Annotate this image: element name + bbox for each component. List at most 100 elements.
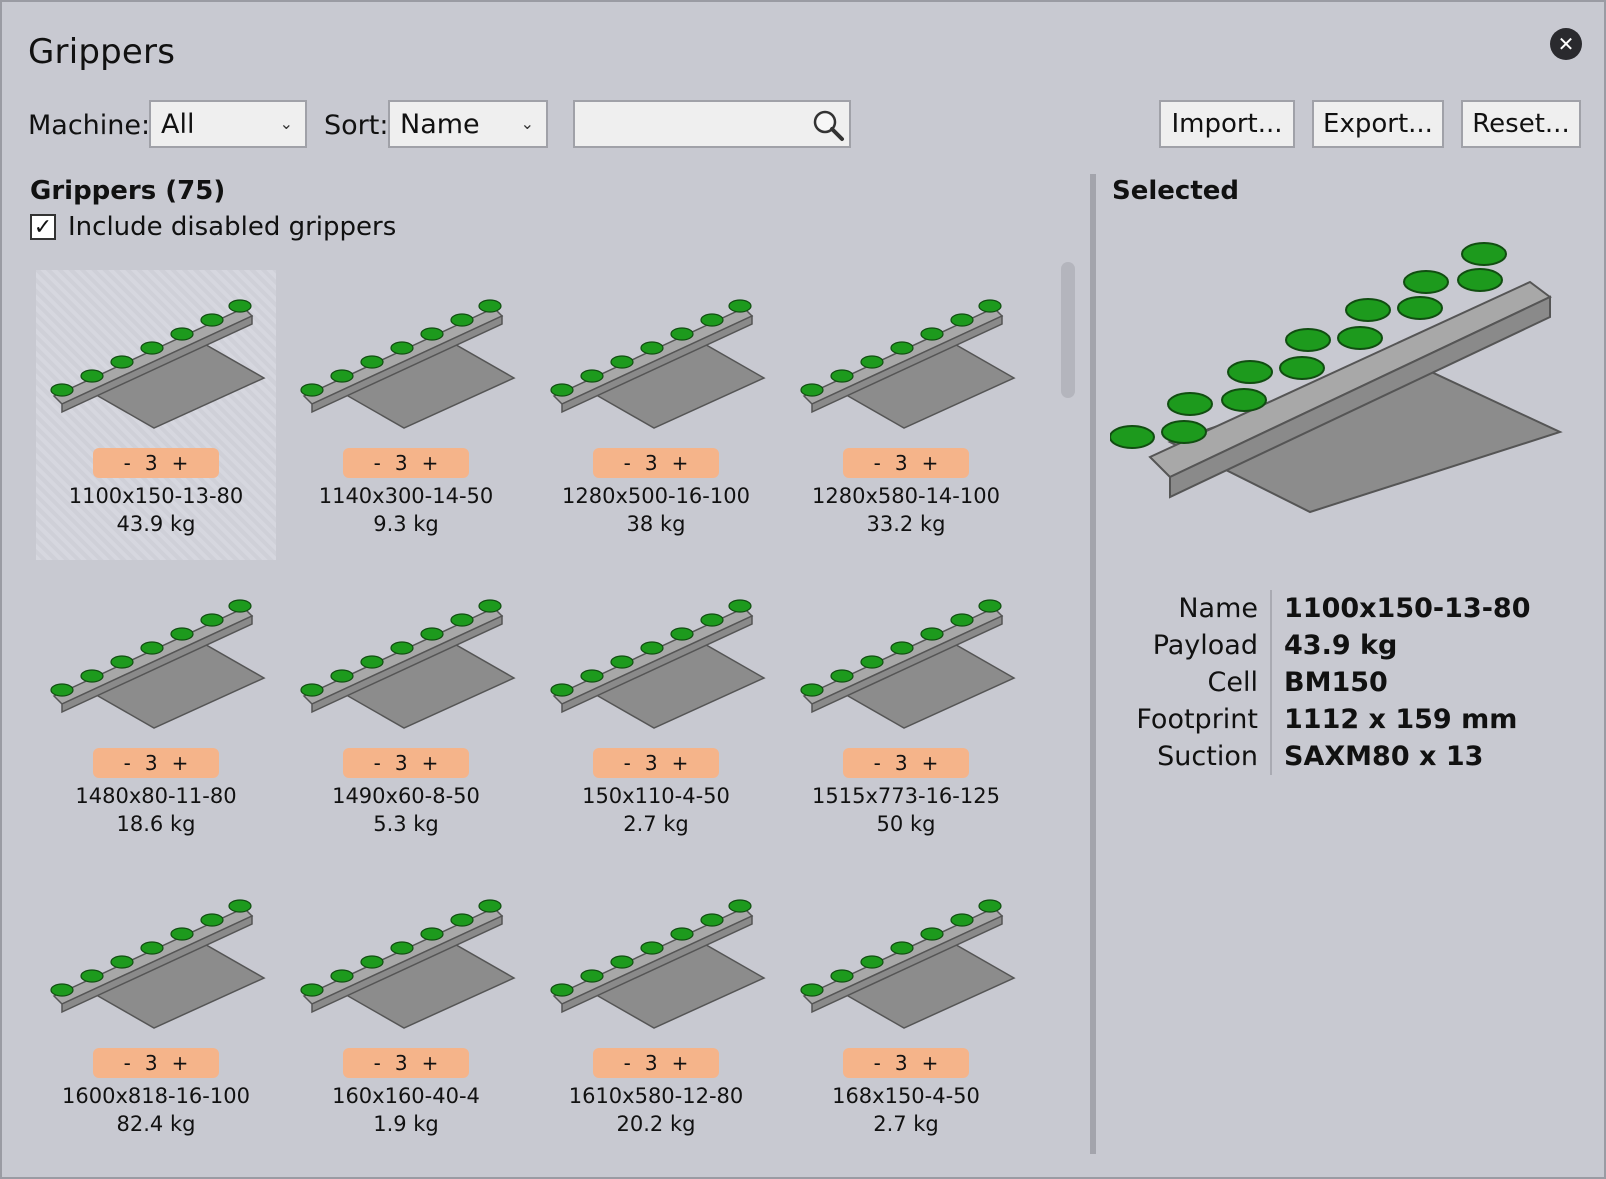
sort-label: Sort: <box>324 110 389 141</box>
grippers-dialog: Grippers ✕ Machine: All ⌄ Sort: Name ⌄ I… <box>0 0 1606 1179</box>
gripper-card[interactable]: -3 + 1490x60-8-50 5.3 kg <box>286 570 526 860</box>
gripper-name: 1600x818-16-100 <box>62 1084 250 1108</box>
quantity-stepper[interactable]: -3 + <box>93 448 219 478</box>
quantity-decrement-button[interactable]: - <box>124 751 131 775</box>
quantity-decrement-button[interactable]: - <box>374 751 381 775</box>
quantity-value: 3 <box>644 1051 658 1075</box>
gripper-card[interactable]: -3 +150x110-4-50 2.7 kg <box>536 570 776 860</box>
quantity-stepper[interactable]: -3 + <box>343 448 469 478</box>
quantity-value: 3 <box>644 451 658 475</box>
gripper-card[interactable]: -3 +160x160-40-4 1.9 kg <box>286 870 526 1160</box>
gripper-card[interactable]: -3 +1515x773-16-125 50 kg <box>786 570 1026 860</box>
gripper-name: 1480x80-11-80 <box>75 784 237 808</box>
quantity-increment-button[interactable]: + <box>172 451 189 475</box>
chevron-down-icon: ⌄ <box>279 114 293 133</box>
gripper-card[interactable]: -3 +1140x300-14-50 9.3 kg <box>286 270 526 560</box>
detail-key: Name <box>1178 593 1258 624</box>
quantity-stepper[interactable]: -3 + <box>593 748 719 778</box>
selected-details: Name 1100x150-13-80 Payload 43.9 kg Cell BM15… <box>1110 590 1590 775</box>
machine-label: Machine: <box>28 110 151 141</box>
quantity-value: 3 <box>394 1051 408 1075</box>
quantity-decrement-button[interactable]: - <box>874 751 881 775</box>
quantity-increment-button[interactable]: + <box>672 751 689 775</box>
detail-value: 1100x150-13-80 <box>1284 593 1531 624</box>
quantity-increment-button[interactable]: + <box>922 751 939 775</box>
scrollbar-thumb[interactable] <box>1061 262 1075 398</box>
gripper-thumbnail <box>800 299 1016 429</box>
gripper-grid: -3 +1100x150-13-80 43.9 kg -3 +1140x300-14-5… <box>36 270 1060 1165</box>
panel-divider[interactable] <box>1090 174 1096 1154</box>
gripper-name: 1140x300-14-50 <box>318 484 494 508</box>
gripper-card[interactable]: -3 +1600x818-16-100 82.4 kg <box>36 870 276 1160</box>
gripper-name: 168x150-4-50 <box>832 1084 980 1108</box>
gripper-thumbnail <box>50 899 266 1029</box>
quantity-stepper[interactable]: -3 + <box>93 1048 219 1078</box>
gripper-card[interactable]: -3 +1100x150-13-80 43.9 kg <box>36 270 276 560</box>
detail-key: Payload <box>1152 630 1258 661</box>
machine-select[interactable]: All ⌄ <box>149 100 307 148</box>
gripper-name: 1515x773-16-125 <box>812 784 1000 808</box>
quantity-decrement-button[interactable]: - <box>624 1051 631 1075</box>
quantity-stepper[interactable]: -3 + <box>93 748 219 778</box>
quantity-stepper[interactable]: -3 + <box>843 1048 969 1078</box>
gripper-name: 1610x580-12-80 <box>568 1084 744 1108</box>
quantity-increment-button[interactable]: + <box>422 451 439 475</box>
quantity-decrement-button[interactable]: - <box>124 451 131 475</box>
quantity-stepper[interactable]: -3 + <box>343 1048 469 1078</box>
gripper-mass: 18.6 kg <box>116 812 196 836</box>
include-disabled-checkbox[interactable]: ✓ <box>30 214 56 240</box>
quantity-value: 3 <box>894 451 908 475</box>
quantity-stepper[interactable]: -3 + <box>593 1048 719 1078</box>
gripper-card[interactable]: -3 + 168x150-4-50 2.7 kg <box>786 870 1026 1160</box>
quantity-decrement-button[interactable]: - <box>874 451 881 475</box>
quantity-decrement-button[interactable]: - <box>124 1051 131 1075</box>
quantity-value: 3 <box>144 1051 158 1075</box>
gripper-card[interactable]: -3 +1610x580-12-80 20.2 kg <box>536 870 776 1160</box>
quantity-increment-button[interactable]: + <box>172 751 189 775</box>
sort-select[interactable]: Name ⌄ <box>388 100 548 148</box>
gripper-name: 150x110-4-50 <box>582 784 730 808</box>
quantity-increment-button[interactable]: + <box>422 1051 439 1075</box>
gripper-mass: 5.3 kg <box>373 812 439 836</box>
quantity-decrement-button[interactable]: - <box>624 751 631 775</box>
gripper-thumbnail <box>800 899 1016 1029</box>
gripper-card[interactable]: -3 +1280x500-16-100 38 kg <box>536 270 776 560</box>
search-input[interactable] <box>573 100 851 148</box>
quantity-decrement-button[interactable]: - <box>874 1051 881 1075</box>
quantity-increment-button[interactable]: + <box>672 451 689 475</box>
gripper-mass: 33.2 kg <box>866 512 946 536</box>
quantity-increment-button[interactable]: + <box>422 751 439 775</box>
detail-row: Name 1100x150-13-80 <box>1110 590 1590 627</box>
dialog-title: Grippers <box>28 32 176 72</box>
export-button[interactable]: Export... <box>1312 100 1444 148</box>
gripper-card[interactable]: -3 +1480x80-11-80 18.6 kg <box>36 570 276 860</box>
reset-button[interactable]: Reset... <box>1461 100 1581 148</box>
import-button[interactable]: Import... <box>1159 100 1295 148</box>
quantity-increment-button[interactable]: + <box>172 1051 189 1075</box>
gripper-card[interactable]: -3 +1280x580-14-100 33.2 kg <box>786 270 1026 560</box>
search-icon[interactable] <box>811 108 845 142</box>
quantity-stepper[interactable]: -3 + <box>593 448 719 478</box>
selected-title: Selected <box>1112 176 1239 206</box>
quantity-stepper[interactable]: -3 + <box>343 748 469 778</box>
quantity-decrement-button[interactable]: - <box>374 451 381 475</box>
quantity-increment-button[interactable]: + <box>672 1051 689 1075</box>
gripper-thumbnail <box>50 299 266 429</box>
gripper-thumbnail <box>800 599 1016 729</box>
quantity-decrement-button[interactable]: - <box>624 451 631 475</box>
gripper-name: 1490x60-8-50 <box>332 784 480 808</box>
detail-row: Payload 43.9 kg <box>1110 627 1590 664</box>
gripper-name: 1280x580-14-100 <box>812 484 1000 508</box>
quantity-value: 3 <box>394 451 408 475</box>
gripper-mass: 43.9 kg <box>116 512 196 536</box>
quantity-increment-button[interactable]: + <box>922 451 939 475</box>
quantity-stepper[interactable]: -3 + <box>843 748 969 778</box>
close-button[interactable]: ✕ <box>1550 28 1582 60</box>
quantity-stepper[interactable]: -3 + <box>843 448 969 478</box>
quantity-value: 3 <box>144 751 158 775</box>
quantity-decrement-button[interactable]: - <box>374 1051 381 1075</box>
quantity-increment-button[interactable]: + <box>922 1051 939 1075</box>
gripper-thumbnail <box>550 899 766 1029</box>
gripper-mass: 2.7 kg <box>873 1112 939 1136</box>
include-disabled-row[interactable]: ✓ Include disabled grippers <box>30 212 396 242</box>
